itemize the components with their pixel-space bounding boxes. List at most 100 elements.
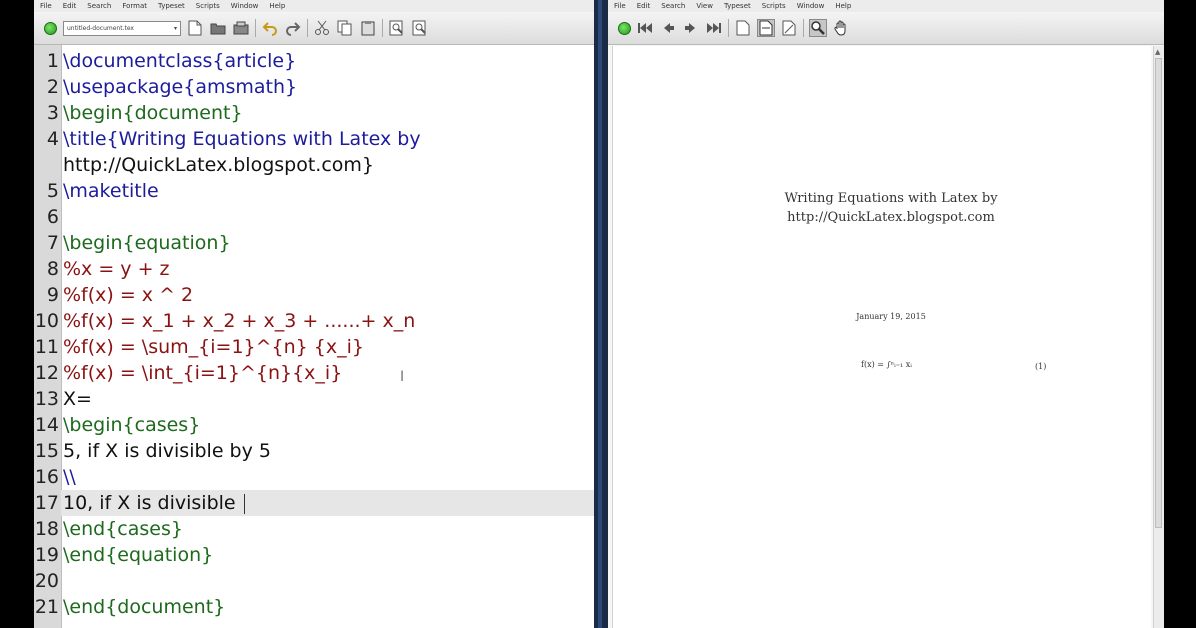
toolbar-separator [803, 19, 804, 37]
text-caret [243, 493, 245, 514]
cut-icon[interactable] [313, 19, 331, 37]
code-line[interactable]: 17 10, if X is divisible [35, 490, 594, 516]
document-title-line-1: Writing Equations with Latex by [784, 191, 998, 206]
code-text: %f(x) = \int_{i=1}^{n}{x_i} [63, 362, 343, 384]
menu-item-search[interactable]: Search [661, 2, 685, 10]
line-number: 18 [34, 518, 59, 540]
code-line[interactable]: 13 X= [35, 386, 594, 412]
open-folder-icon[interactable] [209, 19, 227, 37]
editor-menubar: File Edit Search Format Typeset Scripts Window… [34, 0, 594, 12]
code-line[interactable]: 16 \\ [35, 464, 594, 490]
code-line[interactable]: 21 \end{document} [35, 594, 594, 620]
toolbar-separator [307, 19, 308, 37]
line-number: 20 [34, 570, 59, 592]
document-equation: f(x) = ∫ⁿᵢ₌₁ xᵢ [861, 360, 912, 369]
code-line[interactable]: 11 %f(x) = \sum_{i=1}^{n} {x_i} [35, 334, 594, 360]
toolbar-separator [382, 19, 383, 37]
code-line[interactable]: 1 \documentclass{article} [47, 48, 594, 74]
menu-item-scripts[interactable]: Scripts [762, 2, 786, 10]
editor-toolbar: untitled-document.tex ▾ [34, 12, 594, 45]
code-line[interactable]: 10 %f(x) = x_1 + x_2 + x_3 + ......+ x_n [35, 308, 594, 334]
code-text: http://QuickLatex.blogspot.com} [63, 154, 375, 176]
find-icon[interactable] [388, 19, 406, 37]
scroll-up-icon[interactable]: ▲ [1155, 48, 1160, 56]
code-line[interactable]: 5 \maketitle [47, 178, 594, 204]
pane-divider[interactable] [594, 0, 608, 628]
code-line[interactable]: 18 \end{cases} [35, 516, 594, 542]
code-line[interactable]: 14 \begin{cases} [35, 412, 594, 438]
line-number: 3 [46, 102, 59, 124]
find-replace-icon[interactable] [411, 19, 429, 37]
menu-item-window[interactable]: Window [797, 2, 825, 10]
toolbar-separator [728, 19, 729, 37]
save-icon[interactable] [232, 19, 250, 37]
code-text: \begin{document} [63, 102, 243, 124]
code-line[interactable]: http://QuickLatex.blogspot.com} [61, 152, 594, 178]
scrollbar-thumb[interactable] [1155, 58, 1162, 528]
undo-icon[interactable] [261, 19, 279, 37]
hand-tool-icon[interactable] [832, 19, 850, 37]
menu-item-edit[interactable]: Edit [637, 2, 651, 10]
line-number: 19 [34, 544, 59, 566]
code-line[interactable]: 19 \end{equation} [35, 542, 594, 568]
line-number: 13 [34, 388, 59, 410]
code-text: \documentclass{article} [63, 50, 297, 72]
copy-icon[interactable] [336, 19, 354, 37]
new-file-icon[interactable] [186, 19, 204, 37]
code-text: \begin{equation} [63, 232, 231, 254]
line-number: 16 [34, 466, 59, 488]
code-line[interactable]: 6 [47, 204, 594, 230]
code-text: %x = y + z [63, 258, 170, 280]
menu-item-typeset[interactable]: Typeset [158, 2, 185, 10]
code-line[interactable]: 20 [35, 568, 594, 594]
line-number: 5 [46, 180, 59, 202]
vertical-scrollbar[interactable]: ▲ [1153, 46, 1164, 628]
code-line[interactable]: 9 %f(x) = x ^ 2 [47, 282, 594, 308]
menu-item-file[interactable]: File [614, 2, 626, 10]
code-line[interactable]: 12 %f(x) = \int_{i=1}^{n}{x_i} [35, 360, 594, 386]
menu-item-help[interactable]: Help [269, 2, 285, 10]
code-line[interactable]: 3 \begin{document} [47, 100, 594, 126]
menu-item-typeset[interactable]: Typeset [724, 2, 751, 10]
line-number: 2 [46, 76, 59, 98]
line-number: 1 [46, 50, 59, 72]
actual-size-icon[interactable] [734, 19, 752, 37]
line-number: 4 [46, 128, 59, 150]
fit-width-icon[interactable] [757, 19, 775, 37]
code-text: \maketitle [63, 180, 159, 202]
menu-item-help[interactable]: Help [835, 2, 851, 10]
menu-item-window[interactable]: Window [231, 2, 259, 10]
redo-icon[interactable] [284, 19, 302, 37]
code-editor[interactable]: 1 \documentclass{article} 2 \usepackage{ams… [35, 45, 594, 628]
paste-icon[interactable] [359, 19, 377, 37]
code-line[interactable]: 8 %x = y + z [47, 256, 594, 282]
code-line[interactable]: 2 \usepackage{amsmath} [47, 74, 594, 100]
menu-item-format[interactable]: Format [122, 2, 147, 10]
code-line[interactable]: 4 \title{Writing Equations with Latex by [47, 126, 594, 152]
pdf-page[interactable]: Writing Equations with Latex by http://Q… [612, 46, 1151, 628]
previous-page-icon[interactable] [659, 19, 677, 37]
last-page-icon[interactable] [705, 19, 723, 37]
code-text: %f(x) = x ^ 2 [63, 284, 194, 306]
line-number: 21 [34, 596, 59, 618]
code-text: %f(x) = \sum_{i=1}^{n} {x_i} [63, 336, 365, 358]
typeset-run-icon[interactable] [618, 21, 631, 35]
typeset-run-icon[interactable] [44, 21, 57, 35]
menu-item-search[interactable]: Search [87, 2, 111, 10]
code-line[interactable]: 7 \begin{equation} [47, 230, 594, 256]
menu-item-scripts[interactable]: Scripts [196, 2, 220, 10]
menu-item-file[interactable]: File [40, 2, 52, 10]
first-page-icon[interactable] [636, 19, 654, 37]
code-text: \end{equation} [63, 544, 214, 566]
line-number: 7 [46, 232, 59, 254]
magnify-icon[interactable] [809, 19, 827, 37]
next-page-icon[interactable] [682, 19, 700, 37]
menu-item-edit[interactable]: Edit [63, 2, 77, 10]
line-number: 14 [34, 414, 59, 436]
line-number: 9 [46, 284, 59, 306]
code-line[interactable]: 15 5, if X is divisible by 5 [35, 438, 594, 464]
fit-window-icon[interactable] [780, 19, 798, 37]
menu-item-view[interactable]: View [696, 2, 713, 10]
file-selector[interactable]: untitled-document.tex ▾ [63, 20, 181, 36]
code-text: 5, if X is divisible by 5 [63, 440, 271, 462]
